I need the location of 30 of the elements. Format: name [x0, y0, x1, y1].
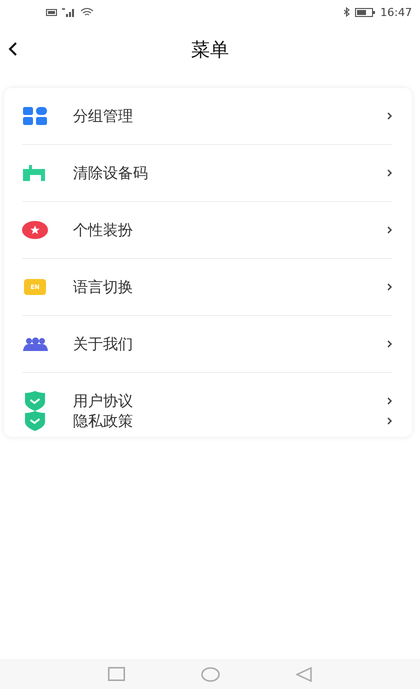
people-icon — [22, 337, 48, 351]
chevron-icon — [387, 283, 392, 291]
menu-item-label[interactable]: 用户协议 — [73, 392, 387, 410]
menu-item-label[interactable]: 关于我们 — [73, 334, 387, 354]
battery-icon — [355, 8, 376, 16]
signal-icon — [62, 8, 76, 16]
hd-icon — [46, 8, 57, 16]
chevron-icon — [387, 226, 392, 234]
menu-item-label[interactable]: 清除设备码 — [73, 164, 387, 182]
home-icon[interactable] — [201, 666, 220, 682]
square-icon[interactable] — [108, 667, 125, 681]
back-icon[interactable] — [8, 42, 18, 56]
chevron-icon — [387, 340, 392, 348]
chevron-icon — [387, 417, 392, 425]
menu-item-label[interactable]: 个性装扮 — [73, 220, 387, 240]
chevron-icon — [387, 169, 392, 177]
status-time: 16:47 — [380, 6, 412, 18]
shield-icon — [24, 411, 46, 431]
chevron-icon — [387, 112, 392, 120]
shield-icon — [24, 391, 46, 411]
grid-icon — [23, 107, 47, 125]
chevron-icon — [387, 397, 392, 405]
menu-item-label[interactable]: 隐私政策 — [73, 412, 387, 430]
broom-icon — [22, 165, 48, 181]
menu-item-label[interactable]: 语言切换 — [73, 278, 387, 296]
wifi-icon — [81, 8, 93, 16]
menu-item-label[interactable]: 分组管理 — [73, 106, 387, 126]
page-title: 菜单 — [191, 38, 229, 63]
back-triangle-icon[interactable] — [296, 666, 312, 682]
bluetooth-icon — [344, 7, 350, 17]
